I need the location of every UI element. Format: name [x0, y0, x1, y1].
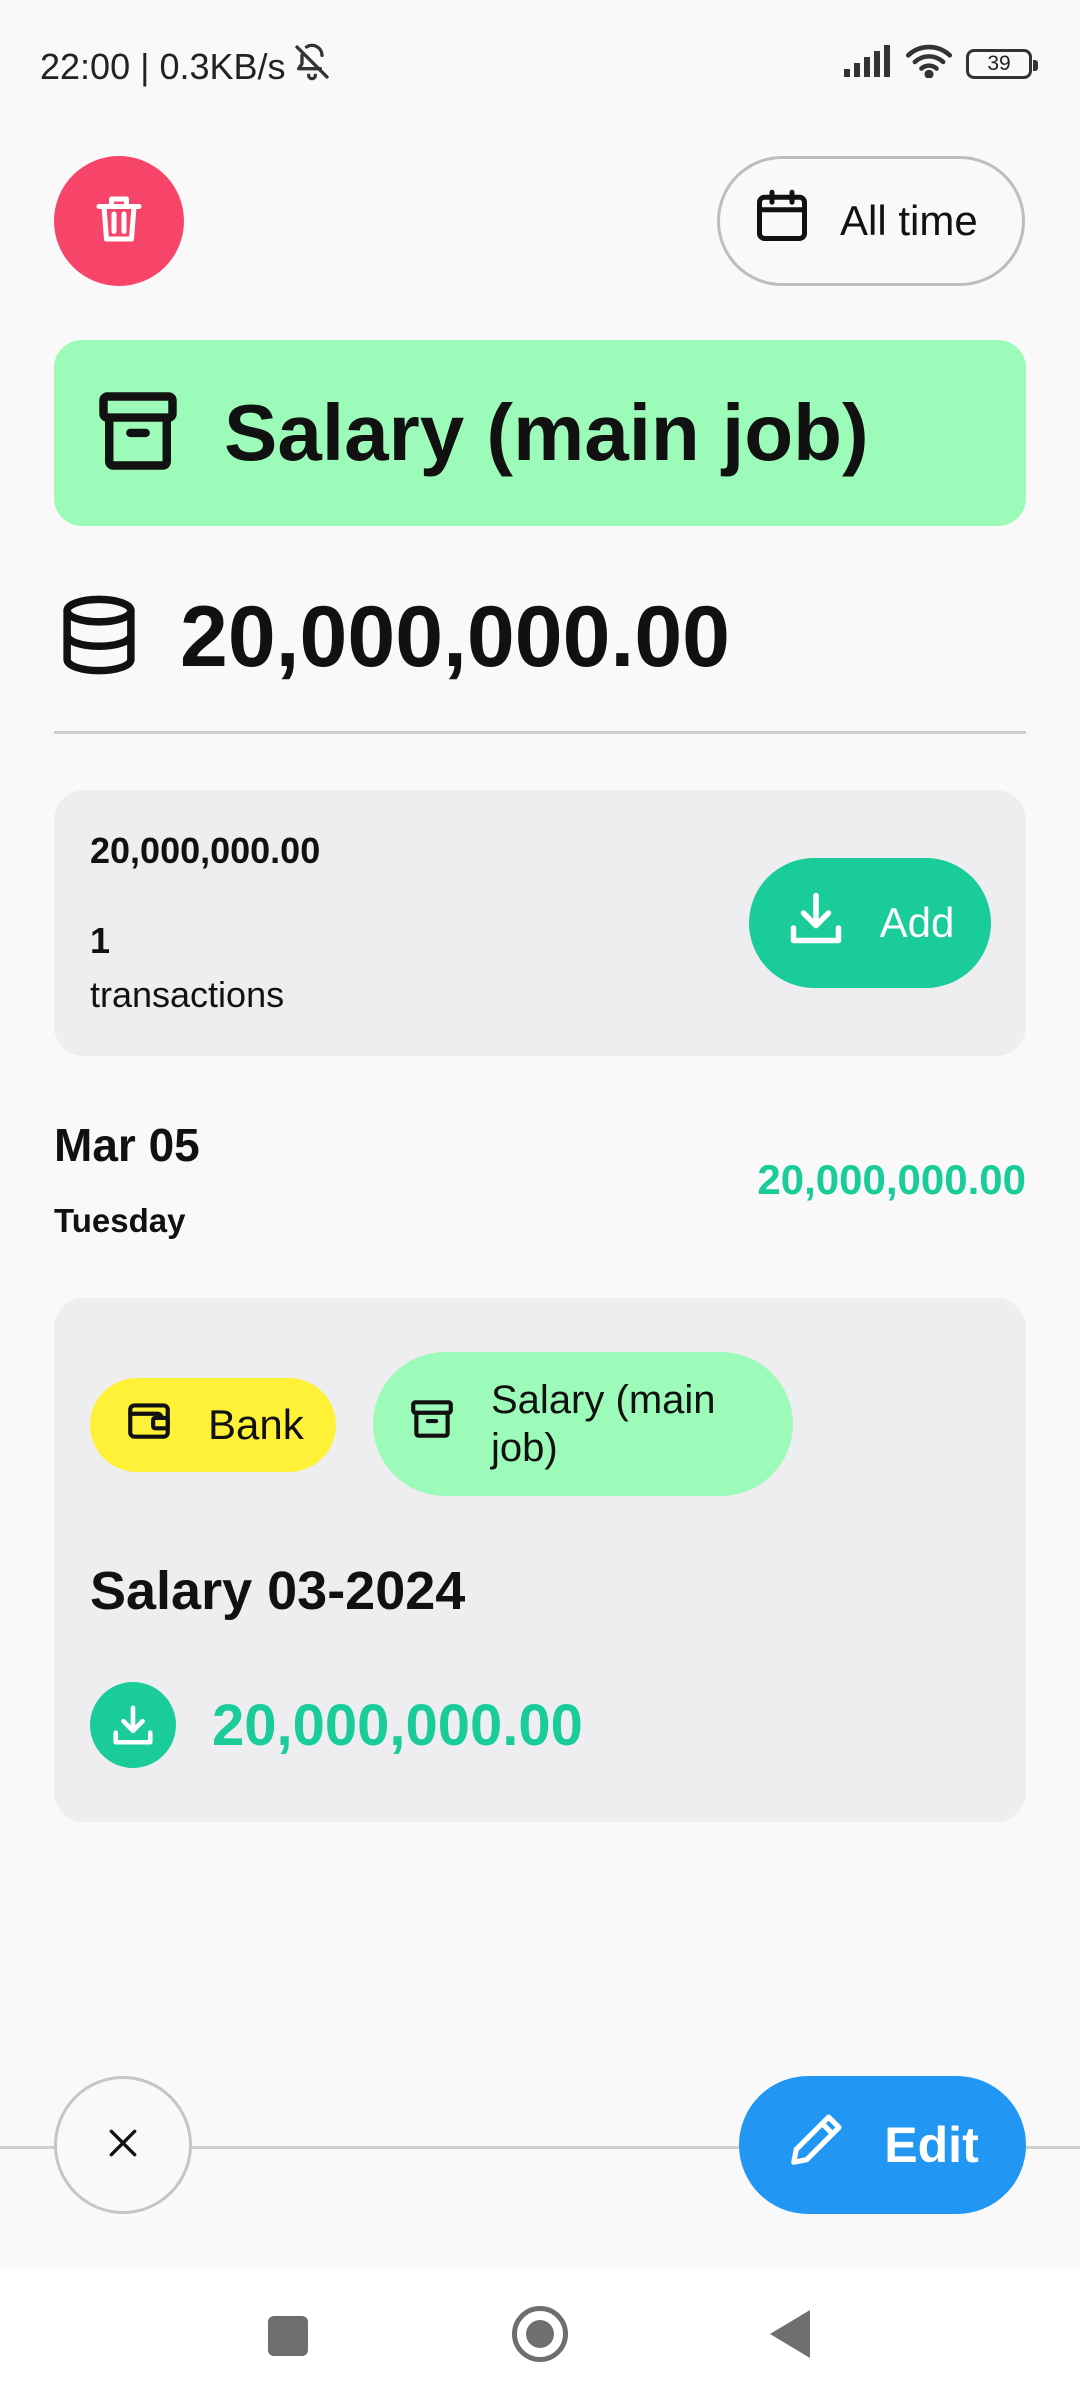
transaction-count-label: transactions	[90, 974, 285, 1015]
income-icon	[90, 1682, 176, 1768]
recents-icon[interactable]	[268, 2316, 308, 2356]
status-bar-indicators: 39	[844, 44, 1038, 83]
wallet-icon	[124, 1395, 174, 1455]
battery-icon: 39	[966, 48, 1038, 79]
total-amount: 20,000,000.00	[180, 589, 730, 685]
category-chip: Salary (main job)	[373, 1352, 793, 1496]
battery-level: 39	[987, 51, 1011, 75]
account-chip: Bank	[90, 1378, 336, 1472]
edit-label: Edit	[884, 2117, 979, 2173]
period-label: All time	[840, 197, 978, 244]
transaction-card[interactable]: Bank Salary (main job) Salary 03-2024 20…	[54, 1298, 1026, 1822]
back-icon[interactable]	[770, 2310, 810, 2358]
home-icon-dot	[526, 2320, 554, 2348]
transaction-amount-row: 20,000,000.00	[90, 1682, 583, 1768]
pencil-icon	[786, 2108, 848, 2182]
category-chip-label: Salary (main job)	[491, 1378, 716, 1470]
add-transaction-button[interactable]: Add	[749, 858, 991, 988]
home-icon[interactable]	[512, 2306, 568, 2362]
edit-button[interactable]: Edit	[739, 2076, 1026, 2214]
category-title: Salary (main job)	[224, 388, 869, 477]
delete-button[interactable]	[54, 156, 184, 286]
account-label: Bank	[208, 1401, 304, 1448]
calendar-icon	[752, 186, 812, 256]
archive-box-icon	[407, 1394, 457, 1455]
date-header: Mar 05	[54, 1119, 200, 1171]
category-banner: Salary (main job)	[54, 340, 1026, 526]
archive-box-icon	[92, 385, 184, 482]
transaction-title: Salary 03-2024	[90, 1561, 466, 1621]
bell-off-icon	[292, 42, 332, 91]
download-icon	[786, 888, 846, 958]
close-icon	[103, 2123, 143, 2168]
summary-card: 20,000,000.00 1 transactions Add	[54, 790, 1026, 1056]
transaction-amount: 20,000,000.00	[212, 1692, 583, 1758]
category-total: 20,000,000.00	[54, 588, 730, 687]
trash-icon	[89, 189, 149, 254]
status-bar-time: 22:00 | 0.3KB/s	[40, 42, 332, 91]
wifi-icon	[905, 44, 953, 83]
close-button[interactable]	[54, 2076, 192, 2214]
status-time-text: 22:00 | 0.3KB/s	[40, 45, 286, 87]
period-selector-button[interactable]: All time	[717, 156, 1025, 286]
coins-stack-icon	[54, 590, 144, 685]
date-total: 20,000,000.00	[757, 1156, 1026, 1203]
transaction-count: 1	[90, 920, 111, 961]
summary-amount: 20,000,000.00	[90, 830, 321, 871]
date-weekday: Tuesday	[54, 1202, 186, 1239]
divider	[54, 731, 1026, 734]
signal-icon	[844, 45, 892, 82]
add-label: Add	[879, 899, 955, 946]
